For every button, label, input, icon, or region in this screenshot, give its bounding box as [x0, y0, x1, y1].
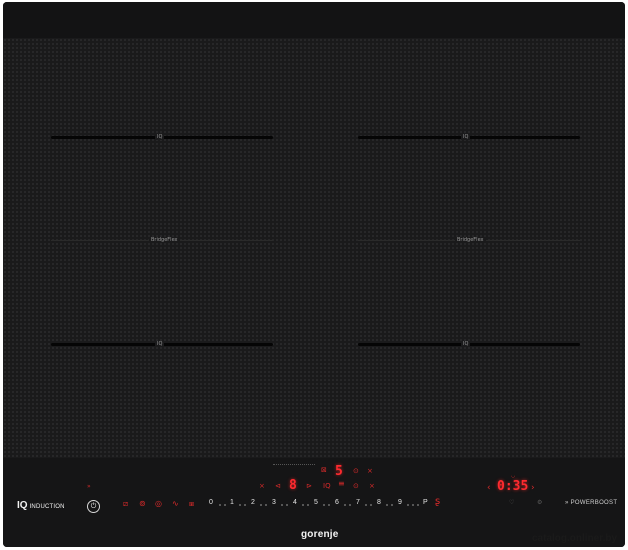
flex-mode-icon[interactable]: ʂ [435, 497, 440, 507]
iq-letters: IQ [17, 500, 28, 511]
power-level-slider[interactable]: 0 1 2 3 4 5 6 7 8 9 P [209, 499, 435, 511]
boil-icon[interactable]: ◎ [155, 500, 162, 508]
heat-bars-icon: ≡ [338, 479, 345, 488]
powerboost-label: » POWERBOOST [565, 500, 617, 506]
level-4[interactable]: 4 [293, 499, 297, 506]
heart-icon[interactable]: ♡ [509, 499, 514, 507]
zone-arrow-icon[interactable]: ⊙ [353, 482, 359, 490]
level-6[interactable]: 6 [335, 499, 339, 506]
zone-mark-top-right: IQ [461, 134, 471, 140]
bridge-mark-right: BridgeFlex [455, 237, 486, 243]
bridge-toggle-icon[interactable]: ⊳ [306, 482, 312, 490]
zone-mark-bottom-right: IQ [461, 341, 471, 347]
zone-select-icon[interactable]: IQ [323, 482, 331, 490]
zone-indicator-line-top [273, 464, 315, 466]
powerboost-text: POWERBOOST [570, 500, 618, 506]
level-2[interactable]: 2 [251, 499, 255, 506]
left-level-display: 8 [289, 478, 297, 493]
gorenje-logo: gorenje [301, 529, 339, 540]
watermark: catalog.onliner.by [532, 533, 618, 544]
hob-top-edge [3, 2, 625, 38]
boost-arrows-icon: » [565, 500, 569, 506]
level-1[interactable]: 1 [230, 499, 234, 506]
pause-icon[interactable]: ⧄ [123, 500, 128, 508]
timer-plus-icon[interactable]: › [531, 484, 535, 493]
timer-clock-icon: ◡ [511, 473, 516, 479]
fry-icon[interactable]: ∿ [172, 500, 179, 508]
zone-mark-bottom-left: IQ [155, 341, 165, 347]
zone-close-icon[interactable]: × [367, 467, 373, 475]
lock-icon-left[interactable]: ⊠ [321, 466, 327, 474]
level-5[interactable]: 5 [314, 499, 318, 506]
induction-hob: IQ IQ BridgeFlex BridgeFlex IQ IQ ⊠ 5 ⊙ … [3, 2, 625, 547]
cooking-surface: IQ IQ BridgeFlex BridgeFlex IQ IQ [3, 38, 625, 458]
timer-icon[interactable]: ⊙ [353, 467, 359, 475]
keep-warm-icon[interactable]: ⊚ [139, 500, 146, 508]
left-x-icon[interactable]: × [259, 482, 265, 490]
zone-mark-top-left: IQ [155, 134, 165, 140]
level-8[interactable]: 8 [377, 499, 381, 506]
level-9[interactable]: 9 [398, 499, 402, 506]
power-button[interactable]: ⏻ [87, 500, 100, 513]
bridge-mark-left: BridgeFlex [149, 237, 180, 243]
right-x-icon[interactable]: × [369, 482, 375, 490]
iq-induction-logo: IQ INDUCTION [17, 500, 65, 511]
timer-display: 0:35 [497, 479, 529, 494]
left-side-marker-icon: » [87, 483, 91, 490]
level-p[interactable]: P [423, 499, 428, 506]
level-0[interactable]: 0 [209, 499, 213, 506]
lock-icon[interactable]: ⧆ [189, 500, 194, 508]
settings-icon[interactable]: ⚙ [537, 499, 542, 507]
timer-minus-icon[interactable]: ‹ [487, 484, 491, 493]
level-7[interactable]: 7 [356, 499, 360, 506]
lock-icon-center[interactable]: ⊲ [275, 482, 281, 490]
center-level-display: 5 [335, 464, 343, 479]
level-3[interactable]: 3 [272, 499, 276, 506]
induction-word: INDUCTION [29, 504, 65, 510]
